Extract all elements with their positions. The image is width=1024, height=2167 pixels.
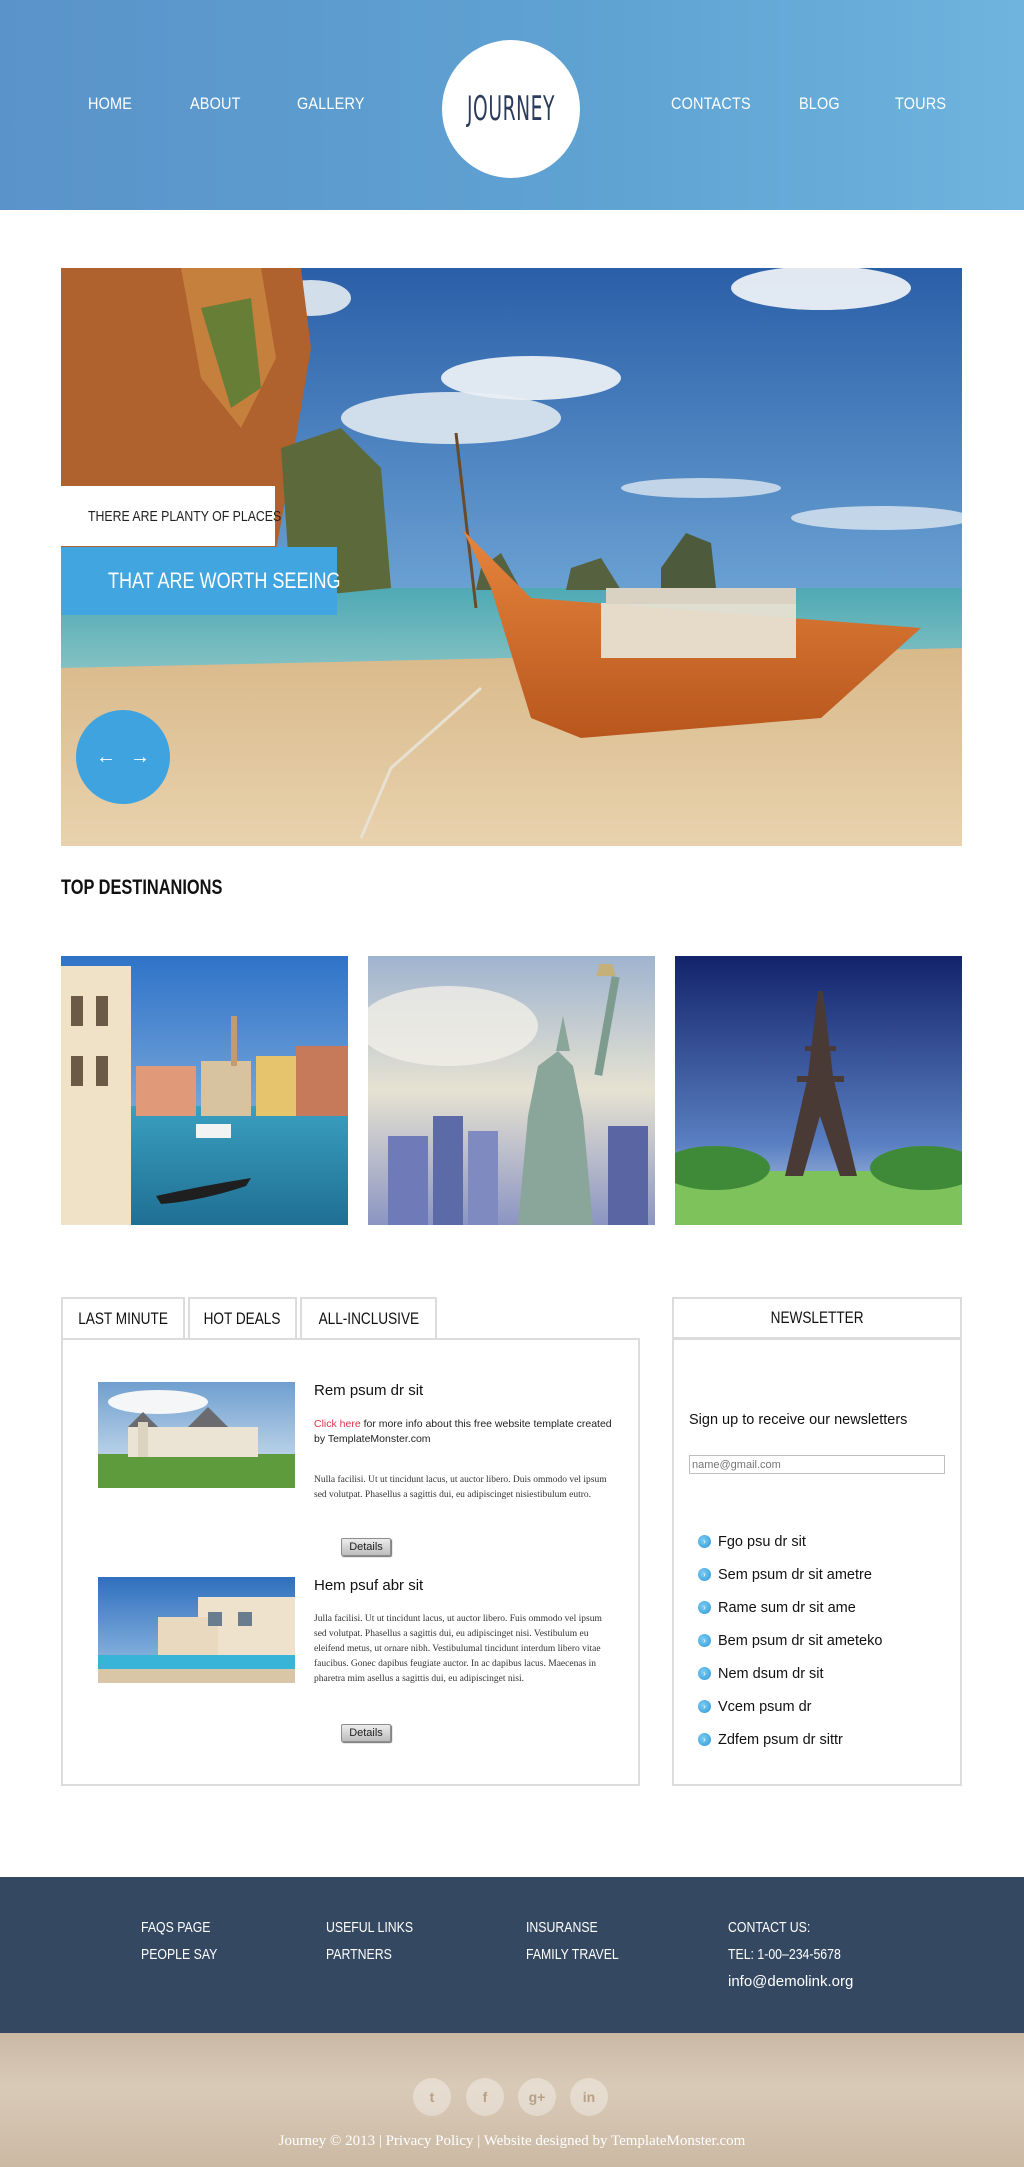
bullet-icon: › <box>698 1535 711 1548</box>
bullet-icon: › <box>698 1634 711 1647</box>
arrow-right-icon[interactable]: → <box>130 747 150 767</box>
deal-title: Hem psuf abr sit <box>314 1577 424 1594</box>
newsletter-list-item[interactable]: › Sem psum dr sit ametre <box>698 1558 882 1591</box>
site-header: HOME ABOUT GALLERY JOURNEY CONTACTS BLOG… <box>0 0 1024 210</box>
newsletter-list-item[interactable]: › Nem dsum dr sit <box>698 1657 882 1690</box>
logo-text: JOURNEY <box>467 89 556 129</box>
newsletter-signup-text: Sign up to receive our newsletters <box>689 1412 908 1428</box>
newsletter-list-item[interactable]: › Fgo psu dr sit <box>698 1525 882 1558</box>
details-button[interactable]: Details <box>341 1724 391 1742</box>
deal-description: Julla facilisi. Ut ut tincidunt lacus, u… <box>314 1614 602 1684</box>
newsletter-panel: Sign up to receive our newsletters ›Fgo … <box>672 1338 962 1786</box>
slider-controls: ← → <box>76 710 170 804</box>
footer-link-partners[interactable]: PARTNERS <box>326 1946 392 1963</box>
click-here-link[interactable]: Click here <box>314 1418 361 1430</box>
newsletter-email-input[interactable] <box>689 1455 945 1474</box>
nav-home[interactable]: HOME <box>88 94 132 114</box>
copyright: Journey © 2013 | Privacy Policy | Websit… <box>278 2133 746 2149</box>
tab-hot-deals[interactable]: HOT DEALS <box>188 1297 297 1339</box>
site-footer: FAQS PAGE PEOPLE SAY USEFUL LINKS PARTNE… <box>0 1877 1024 2033</box>
deal-image-castle[interactable] <box>98 1382 295 1488</box>
hero-caption-big: THAT ARE WORTH SEEING <box>61 547 341 615</box>
bullet-icon: › <box>698 1667 711 1680</box>
nav-contacts[interactable]: CONTACTS <box>671 94 751 114</box>
footer-link-family-travel[interactable]: FAMILY TRAVEL <box>526 1946 619 1963</box>
bullet-icon: › <box>698 1568 711 1581</box>
details-button[interactable]: Details <box>341 1538 391 1556</box>
nav-about[interactable]: ABOUT <box>190 94 241 114</box>
bottom-bar: t f g+ in Journey © 2013 | Privacy Polic… <box>0 2033 1024 2167</box>
tab-panel: Rem psum dr sit Click here for more info… <box>61 1338 640 1786</box>
footer-phone: TEL: 1-00–234-5678 <box>728 1946 841 1963</box>
linkedin-icon[interactable]: in <box>570 2078 608 2116</box>
footer-contact-label: CONTACT US: <box>728 1919 811 1936</box>
logo[interactable]: JOURNEY <box>442 40 580 178</box>
google-plus-icon[interactable]: g+ <box>518 2078 556 2116</box>
hero-caption-small: THERE ARE PLANTY OF PLACES <box>61 486 281 546</box>
bullet-icon: › <box>698 1601 711 1614</box>
deal-info-line: Click here for more info about this free… <box>314 1418 612 1445</box>
destination-new-york-image[interactable] <box>368 956 655 1225</box>
tab-all-inclusive[interactable]: ALL-INCLUSIVE <box>300 1297 437 1339</box>
facebook-icon[interactable]: f <box>466 2078 504 2116</box>
destination-paris-image[interactable] <box>675 956 962 1225</box>
deal-image-resort[interactable] <box>98 1577 295 1683</box>
bullet-icon: › <box>698 1700 711 1713</box>
newsletter-header: NEWSLETTER <box>672 1297 962 1339</box>
deals-tabs: LAST MINUTE HOT DEALS ALL-INCLUSIVE <box>61 1297 440 1339</box>
footer-link-people-say[interactable]: PEOPLE SAY <box>141 1946 217 1963</box>
destination-venice-image[interactable] <box>61 956 348 1225</box>
designer-link[interactable]: TemplateMonster.com <box>611 2133 745 2149</box>
newsletter-list-item[interactable]: › Zdfem psum dr sittr <box>698 1723 882 1756</box>
twitter-icon[interactable]: t <box>413 2078 451 2116</box>
footer-email[interactable]: info@demolink.org <box>728 1973 853 1990</box>
footer-link-useful-links[interactable]: USEFUL LINKS <box>326 1919 413 1936</box>
tab-last-minute[interactable]: LAST MINUTE <box>61 1297 185 1339</box>
destinations-title: TOP DESTINANIONS <box>61 876 223 899</box>
newsletter-list-item[interactable]: › Rame sum dr sit ame <box>698 1591 882 1624</box>
arrow-left-icon[interactable]: ← <box>96 747 116 767</box>
newsletter-list: › Fgo psu dr sit › Sem psum dr sit ametre … <box>698 1525 882 1756</box>
nav-blog[interactable]: BLOG <box>799 94 840 114</box>
deal-description: Nulla facilisi. Ut ut tincidunt lacus, u… <box>314 1475 607 1500</box>
newsletter-list-item[interactable]: › Bem psum dr sit ameteko <box>698 1624 882 1657</box>
newsletter-list-item[interactable]: › Vcem psum dr <box>698 1690 882 1723</box>
nav-tours[interactable]: TOURS <box>895 94 946 114</box>
deal-title: Rem psum dr sit <box>314 1382 424 1399</box>
privacy-policy-link[interactable]: Privacy Policy <box>386 2133 474 2149</box>
footer-link-faqs[interactable]: FAQS PAGE <box>141 1919 210 1936</box>
nav-gallery[interactable]: GALLERY <box>297 94 365 114</box>
bullet-icon: › <box>698 1733 711 1746</box>
footer-link-insurance[interactable]: INSURANSE <box>526 1919 598 1936</box>
hero-slider: THERE ARE PLANTY OF PLACES THAT ARE WORT… <box>61 268 962 846</box>
